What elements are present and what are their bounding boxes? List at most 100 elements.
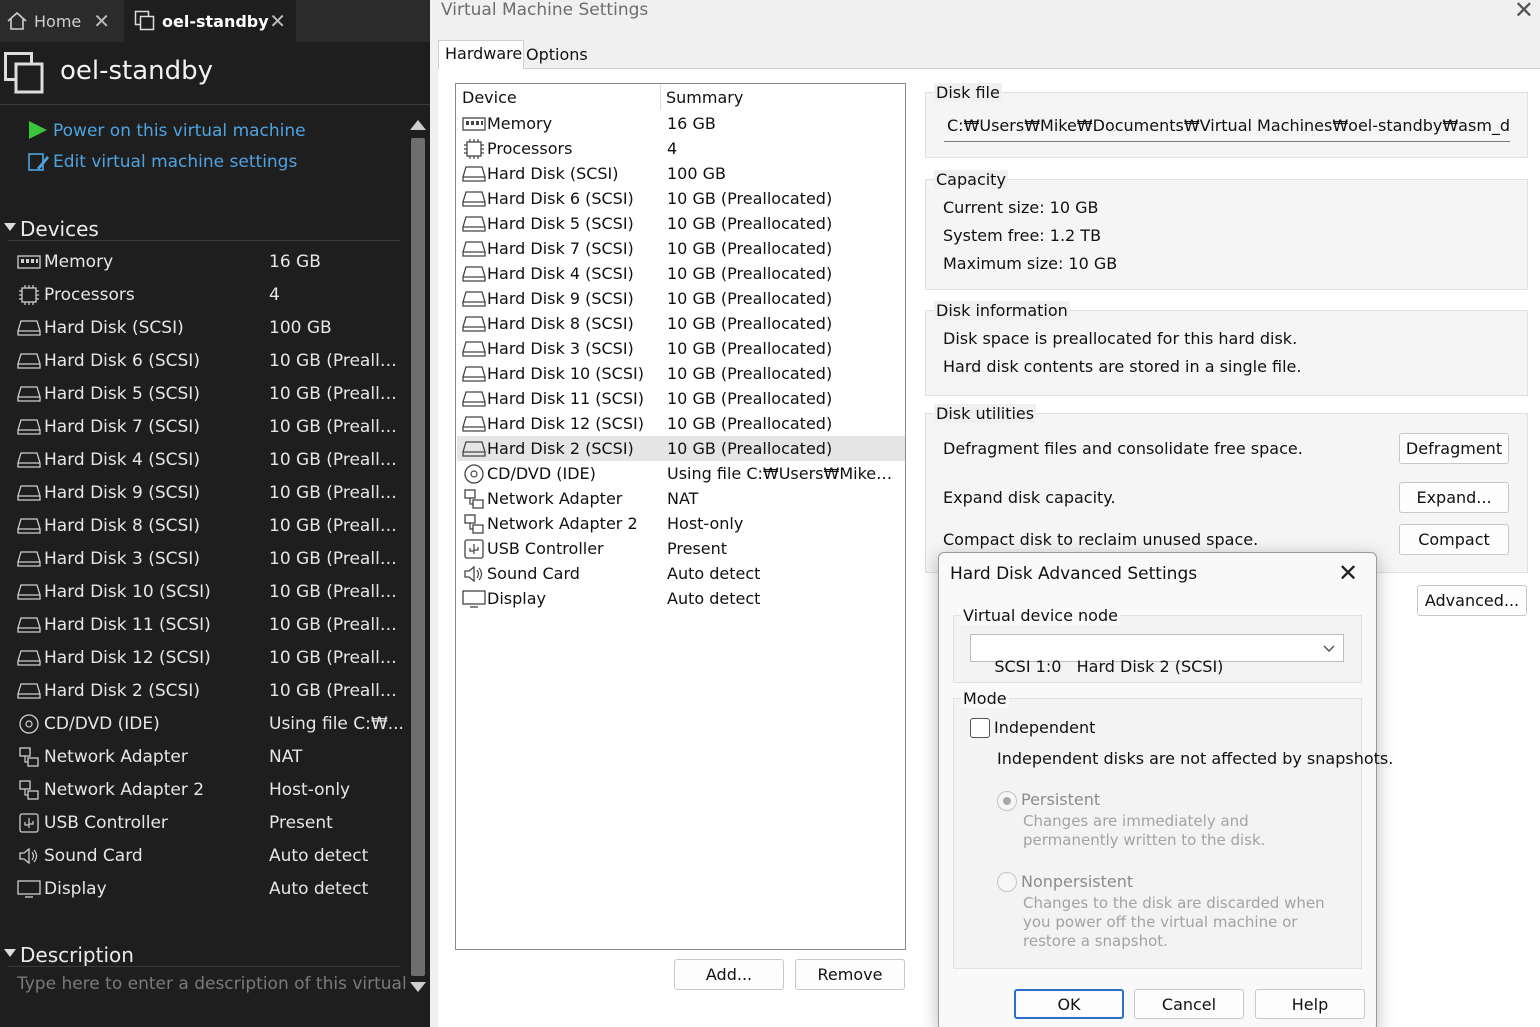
device-row[interactable]: Display Auto detect (457, 586, 905, 611)
nonpersistent-radio[interactable] (997, 872, 1017, 892)
tab-home[interactable]: Home ✕ (0, 0, 120, 42)
device-summary: 10 GB (Preallo... (269, 581, 404, 602)
description-heading[interactable]: Description (20, 943, 134, 967)
device-name: Hard Disk 11 (SCSI) (44, 614, 211, 635)
device-item[interactable]: Hard Disk 8 (SCSI) 10 GB (Preallo... (16, 509, 404, 542)
power-on-link[interactable]: Power on this virtual machine (53, 121, 306, 141)
defragment-button[interactable]: Defragment (1399, 433, 1509, 464)
device-row[interactable]: Processors 4 (457, 136, 905, 161)
window-title: Virtual Machine Settings (441, 0, 649, 20)
device-summary: Host-only (667, 514, 744, 533)
device-row[interactable]: Hard Disk 6 (SCSI) 10 GB (Preallocated) (457, 186, 905, 211)
device-item[interactable]: Hard Disk 7 (SCSI) 10 GB (Preallo... (16, 410, 404, 443)
device-item[interactable]: Hard Disk 2 (SCSI) 10 GB (Preallo... (16, 674, 404, 707)
device-item[interactable]: Hard Disk 6 (SCSI) 10 GB (Preallo... (16, 344, 404, 377)
virtual-device-node-select[interactable]: SCSI 1:0 Hard Disk 2 (SCSI) (970, 634, 1344, 676)
device-item[interactable]: Hard Disk 11 (SCSI) 10 GB (Preallo... (16, 608, 404, 641)
tab-vm-close-icon[interactable]: ✕ (269, 9, 286, 33)
hardware-device-list[interactable]: Device Summary Memory 16 GB Processors 4 Har… (455, 83, 906, 950)
device-item[interactable]: Processors 4 (16, 278, 404, 311)
device-row[interactable]: Hard Disk 3 (SCSI) 10 GB (Preallocated) (457, 336, 905, 361)
advanced-button[interactable]: Advanced... (1417, 585, 1527, 616)
device-row[interactable]: Memory 16 GB (457, 111, 905, 136)
window-close-icon[interactable]: ✕ (1514, 0, 1534, 24)
device-row[interactable]: Hard Disk 4 (SCSI) 10 GB (Preallocated) (457, 261, 905, 286)
device-item[interactable]: Hard Disk (SCSI) 100 GB (16, 311, 404, 344)
add-device-button[interactable]: Add... (674, 959, 784, 990)
tab-vm-label: oel-standby (162, 11, 269, 31)
column-header-device[interactable]: Device (462, 88, 517, 107)
ok-button[interactable]: OK (1014, 989, 1124, 1019)
device-row[interactable]: Hard Disk 8 (SCSI) 10 GB (Preallocated) (457, 311, 905, 336)
scrollbar[interactable] (407, 114, 429, 1000)
device-item[interactable]: Hard Disk 12 (SCSI) 10 GB (Preallo... (16, 641, 404, 674)
device-name: USB Controller (44, 812, 168, 833)
disk-file-path-field[interactable]: C:₩Users₩Mike₩Documents₩Virtual Machines… (944, 112, 1510, 142)
disk-utilities-label: Disk utilities (934, 404, 1037, 423)
device-row[interactable]: Hard Disk 11 (SCSI) 10 GB (Preallocated) (457, 386, 905, 411)
device-item[interactable]: Sound Card Auto detect (16, 839, 404, 872)
device-item[interactable]: Hard Disk 10 (SCSI) 10 GB (Preallo... (16, 575, 404, 608)
device-row[interactable]: Hard Disk 9 (SCSI) 10 GB (Preallocated) (457, 286, 905, 311)
device-row[interactable]: USB Controller Present (457, 536, 905, 561)
device-item[interactable]: Hard Disk 9 (SCSI) 10 GB (Preallo... (16, 476, 404, 509)
independent-label[interactable]: Independent (994, 718, 1095, 737)
device-item[interactable]: Network Adapter NAT (16, 740, 404, 773)
edit-settings-link[interactable]: Edit virtual machine settings (53, 152, 297, 172)
play-icon[interactable] (27, 120, 49, 140)
persistent-radio[interactable] (997, 791, 1017, 811)
device-row[interactable]: CD/DVD (IDE) Using file C:₩Users₩Mike₩D..… (457, 461, 905, 486)
device-item[interactable]: Network Adapter 2 Host-only (16, 773, 404, 806)
vm-icon (134, 10, 155, 31)
devices-heading[interactable]: Devices (20, 217, 99, 241)
tab-hardware[interactable]: Hardware (438, 40, 524, 69)
cancel-button[interactable]: Cancel (1134, 989, 1244, 1019)
collapse-devices-icon[interactable] (4, 223, 16, 231)
compact-button[interactable]: Compact (1399, 524, 1509, 555)
scroll-down-icon[interactable] (410, 982, 426, 992)
device-item[interactable]: USB Controller Present (16, 806, 404, 839)
tab-options[interactable]: Options (520, 42, 594, 69)
expand-button[interactable]: Expand... (1399, 482, 1509, 513)
device-item[interactable]: CD/DVD (IDE) Using file C:₩... (16, 707, 404, 740)
device-item[interactable]: Memory 16 GB (16, 245, 404, 278)
device-name: Network Adapter 2 (487, 514, 638, 533)
device-row[interactable]: Hard Disk 10 (SCSI) 10 GB (Preallocated) (457, 361, 905, 386)
column-separator[interactable] (660, 84, 661, 110)
device-row[interactable]: Network Adapter 2 Host-only (457, 511, 905, 536)
help-button[interactable]: Help (1255, 989, 1365, 1019)
tab-home-close-icon[interactable]: ✕ (93, 9, 110, 33)
device-item[interactable]: Display Auto detect (16, 872, 404, 905)
nonpersistent-label[interactable]: Nonpersistent (1021, 872, 1133, 891)
vm-large-icon (4, 52, 44, 94)
device-name: Hard Disk 3 (SCSI) (487, 339, 634, 358)
device-item[interactable]: Hard Disk 5 (SCSI) 10 GB (Preallo... (16, 377, 404, 410)
device-name: CD/DVD (IDE) (487, 464, 596, 483)
disk-information-group (925, 310, 1528, 396)
device-item[interactable]: Hard Disk 4 (SCSI) 10 GB (Preallo... (16, 443, 404, 476)
description-input[interactable]: Type here to enter a description of this… (17, 974, 407, 994)
tab-oel-standby[interactable]: oel-standby ✕ (124, 0, 296, 42)
remove-device-button[interactable]: Remove (795, 959, 905, 990)
hard-disk-icon (461, 239, 487, 259)
collapse-description-icon[interactable] (4, 949, 16, 957)
edit-settings-icon[interactable] (27, 150, 51, 174)
dialog-close-icon[interactable]: ✕ (1338, 559, 1358, 587)
scroll-thumb[interactable] (411, 138, 425, 976)
scroll-up-icon[interactable] (410, 120, 426, 130)
device-row[interactable]: Hard Disk 5 (SCSI) 10 GB (Preallocated) (457, 211, 905, 236)
device-row[interactable]: Sound Card Auto detect (457, 561, 905, 586)
column-header-summary[interactable]: Summary (666, 88, 743, 107)
device-name: Hard Disk 8 (SCSI) (44, 515, 200, 536)
virtual-device-node-value: SCSI 1:0 Hard Disk 2 (SCSI) (994, 657, 1224, 676)
independent-checkbox[interactable] (970, 718, 990, 738)
device-row[interactable]: Hard Disk 2 (SCSI) 10 GB (Preallocated) (457, 436, 905, 461)
memory-icon (461, 114, 487, 134)
device-row[interactable]: Hard Disk 7 (SCSI) 10 GB (Preallocated) (457, 236, 905, 261)
device-row[interactable]: Network Adapter NAT (457, 486, 905, 511)
device-name: Processors (487, 139, 573, 158)
device-row[interactable]: Hard Disk 12 (SCSI) 10 GB (Preallocated) (457, 411, 905, 436)
device-row[interactable]: Hard Disk (SCSI) 100 GB (457, 161, 905, 186)
device-item[interactable]: Hard Disk 3 (SCSI) 10 GB (Preallo... (16, 542, 404, 575)
persistent-label[interactable]: Persistent (1021, 790, 1100, 809)
